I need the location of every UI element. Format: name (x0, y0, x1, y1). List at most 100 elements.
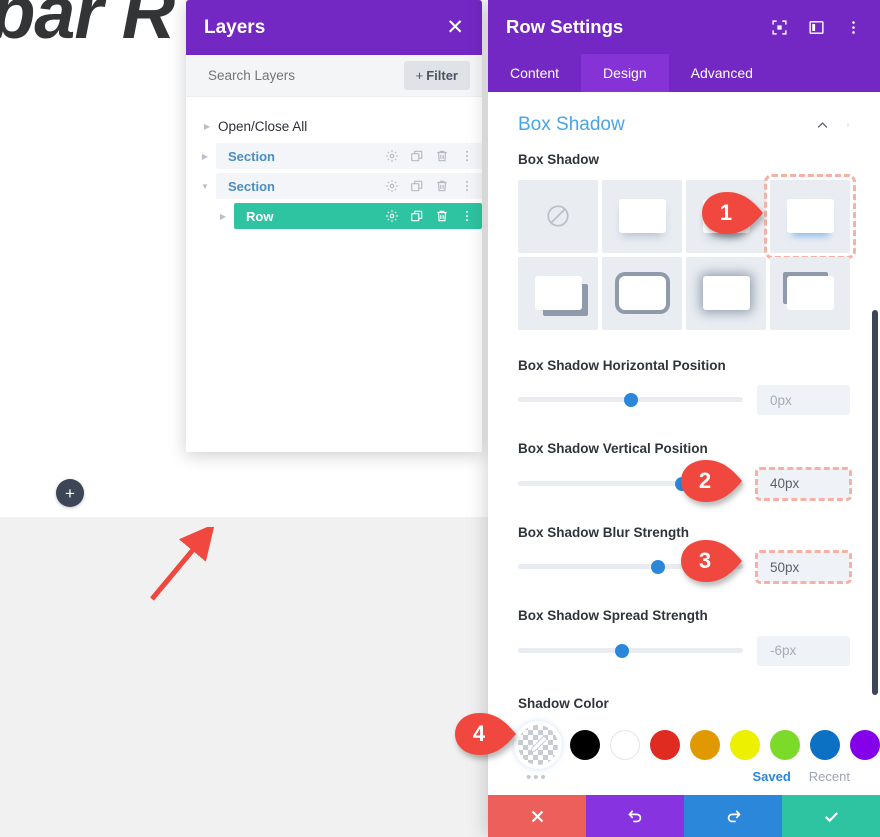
duplicate-icon[interactable] (410, 179, 424, 193)
tab-advanced[interactable]: Advanced (669, 54, 775, 92)
callout-number: 4 (472, 721, 486, 746)
spread-strength-value[interactable]: -6px (757, 635, 850, 666)
slider-thumb[interactable] (614, 643, 629, 658)
callout-number: 1 (719, 200, 733, 225)
redo-icon (727, 809, 741, 822)
redo-button[interactable] (684, 795, 782, 837)
slider-track[interactable] (518, 647, 743, 653)
search-input[interactable] (208, 68, 396, 83)
kebab-icon[interactable] (846, 123, 850, 127)
layer-chip-section[interactable]: Section (216, 173, 482, 199)
layer-label: Section (228, 148, 275, 164)
chevron-up-icon[interactable] (815, 118, 830, 133)
settings-scrollbar[interactable] (870, 92, 880, 795)
list-item[interactable]: ▶ Row (186, 203, 482, 229)
slider-thumb[interactable] (623, 393, 638, 408)
kebab-icon[interactable] (460, 179, 474, 193)
close-icon[interactable]: ✕ (446, 17, 464, 38)
slider-spread-strength: Box Shadow Spread Strength -6px (518, 606, 850, 666)
box-shadow-preset-7[interactable] (686, 256, 766, 330)
swatch-green[interactable] (770, 729, 800, 760)
check-icon (824, 811, 838, 822)
save-button[interactable] (782, 795, 880, 837)
shadow-color-label: Shadow Color (518, 695, 609, 711)
screenshot-root: bar R + Layers ✕ +Filter ▶ Open/Close Al… (0, 0, 880, 837)
trash-icon[interactable] (435, 179, 449, 193)
gear-icon[interactable] (385, 209, 399, 223)
box-shadow-preset-5[interactable] (518, 256, 598, 330)
shadow-color-current-swatch[interactable] (518, 724, 558, 765)
layers-panel-title: Layers (204, 16, 266, 38)
kebab-icon[interactable] (460, 209, 474, 223)
gear-icon[interactable] (385, 149, 399, 163)
box-shadow-field-label: Box Shadow (518, 152, 600, 167)
filter-button-label: Filter (426, 68, 458, 83)
box-shadow-preset-6[interactable] (602, 256, 682, 330)
tab-design[interactable]: Design (581, 54, 669, 92)
fullscreen-icon[interactable] (771, 19, 788, 36)
saved-tab[interactable]: Saved (752, 769, 790, 784)
callout-pin-4: 4 (443, 712, 517, 756)
add-section-button[interactable]: + (56, 479, 84, 507)
horizontal-position-value[interactable]: 0px (757, 385, 850, 416)
layer-label: Row (246, 208, 274, 224)
kebab-icon[interactable] (460, 149, 474, 163)
settings-scroll-area: Box Shadow Box Shadow Box Shadow Horizon… (488, 92, 880, 795)
slider-thumb[interactable] (650, 560, 665, 575)
callout-pin-3: 3 (669, 539, 743, 583)
box-shadow-section-header[interactable]: Box Shadow (518, 92, 850, 150)
swatch-white[interactable] (610, 729, 640, 760)
callout-number: 2 (698, 468, 712, 493)
chevron-right-icon[interactable]: ▶ (196, 122, 218, 131)
layers-tree: ▶ Open/Close All ▶ Section ▼ Section ▶ R… (186, 97, 482, 452)
kebab-icon[interactable] (845, 19, 862, 36)
box-shadow-preset-grid (518, 173, 856, 330)
box-shadow-preset-4[interactable] (764, 173, 856, 259)
layer-chip-section[interactable]: Section (216, 143, 482, 169)
filter-button[interactable]: + Filter (403, 61, 470, 90)
trash-icon[interactable] (435, 149, 449, 163)
layout-panel-icon[interactable] (808, 19, 825, 36)
box-shadow-preset-2[interactable] (602, 179, 682, 253)
scrollbar-thumb[interactable] (872, 310, 878, 695)
trash-icon[interactable] (435, 209, 449, 223)
saved-recent-tabs: Saved Recent (518, 769, 850, 784)
swatch-orange[interactable] (690, 729, 720, 760)
duplicate-icon[interactable] (410, 149, 424, 163)
list-item[interactable]: ▼ Section (186, 173, 482, 199)
spread-strength-slider[interactable] (518, 642, 743, 660)
callout-pin-2: 2 (669, 459, 743, 503)
settings-action-bar (488, 795, 880, 837)
cancel-button[interactable] (488, 795, 586, 837)
gear-icon[interactable] (385, 179, 399, 193)
duplicate-icon[interactable] (410, 209, 424, 223)
slider-label: Box Shadow Vertical Position (518, 441, 708, 457)
chevron-right-icon[interactable]: ▶ (212, 212, 234, 221)
swatch-yellow[interactable] (730, 729, 760, 760)
box-shadow-preset-none[interactable] (518, 179, 598, 253)
layers-search-row: +Filter (186, 55, 482, 97)
page-heading-partial: bar R (0, 0, 175, 54)
plus-icon: + (415, 68, 424, 83)
section-title: Box Shadow (518, 114, 625, 135)
layers-panel: Layers ✕ +Filter ▶ Open/Close All ▶ Sect… (186, 0, 482, 452)
swatch-blue[interactable] (810, 729, 840, 760)
chevron-right-icon[interactable]: ▶ (194, 152, 216, 161)
blur-strength-value[interactable]: 50px (755, 550, 852, 585)
recent-tab[interactable]: Recent (809, 769, 850, 784)
layer-chip-row-selected[interactable]: Row (234, 203, 482, 229)
horizontal-position-slider[interactable] (518, 391, 743, 409)
list-item[interactable]: ▶ Section (186, 143, 482, 169)
eyedropper-icon (530, 735, 548, 753)
box-shadow-preset-8[interactable] (770, 256, 850, 330)
chevron-down-icon[interactable]: ▼ (194, 182, 216, 191)
arrow-annotation-icon (150, 527, 215, 601)
page-canvas-bottom (0, 517, 490, 837)
undo-icon (627, 809, 641, 822)
vertical-position-value[interactable]: 40px (755, 466, 852, 501)
swatch-red[interactable] (650, 729, 680, 760)
open-close-all-row[interactable]: ▶ Open/Close All (186, 113, 482, 139)
swatch-black[interactable] (570, 729, 600, 760)
tab-content[interactable]: Content (488, 54, 581, 92)
undo-button[interactable] (586, 795, 684, 837)
